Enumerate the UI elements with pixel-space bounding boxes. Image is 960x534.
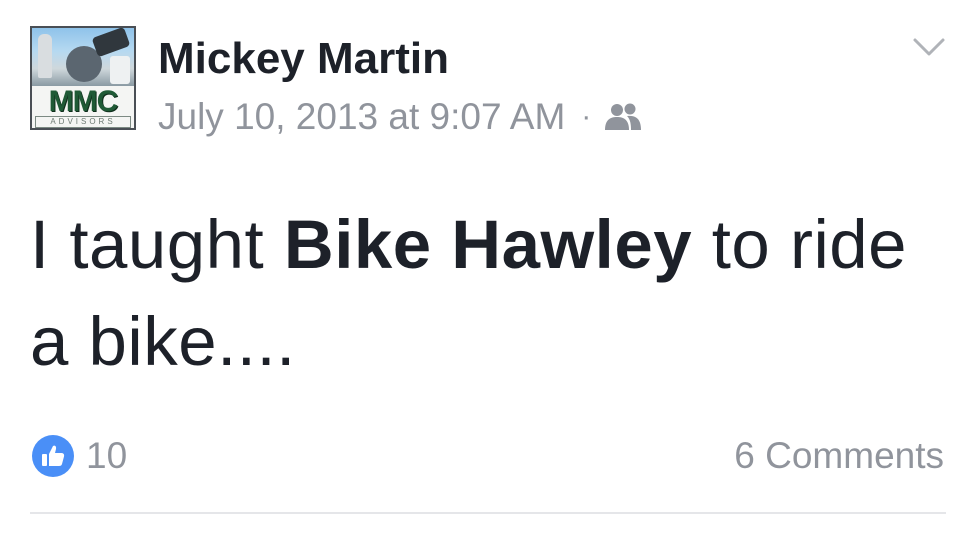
chevron-down-icon[interactable] <box>912 36 946 58</box>
thumbs-up-icon <box>32 435 74 477</box>
avatar-logo-subtext: ADVISORS <box>35 116 131 128</box>
divider <box>30 512 946 514</box>
avatar[interactable]: MMC ADVISORS <box>30 26 136 130</box>
friends-icon[interactable] <box>603 102 643 132</box>
mention-link[interactable]: Bike Hawley <box>284 206 692 283</box>
comments-link[interactable]: 6 Comments <box>734 434 944 478</box>
reactions-summary[interactable]: 10 <box>32 434 127 478</box>
avatar-logo: MMC ADVISORS <box>32 85 134 128</box>
profile-photo-icon <box>32 28 134 86</box>
author-name[interactable]: Mickey Martin <box>158 34 449 84</box>
avatar-logo-text: MMC <box>48 85 119 118</box>
post-card: MMC ADVISORS Mickey Martin July 10, 2013… <box>0 0 960 534</box>
like-count: 10 <box>86 435 128 476</box>
meta-separator: · <box>581 100 592 133</box>
message-prefix: I taught <box>30 206 284 283</box>
post-timestamp[interactable]: July 10, 2013 at 9:07 AM <box>158 96 565 138</box>
post-meta: July 10, 2013 at 9:07 AM · <box>158 95 643 139</box>
post-message: I taught Bike Hawley to ride a bike.... <box>30 196 940 390</box>
